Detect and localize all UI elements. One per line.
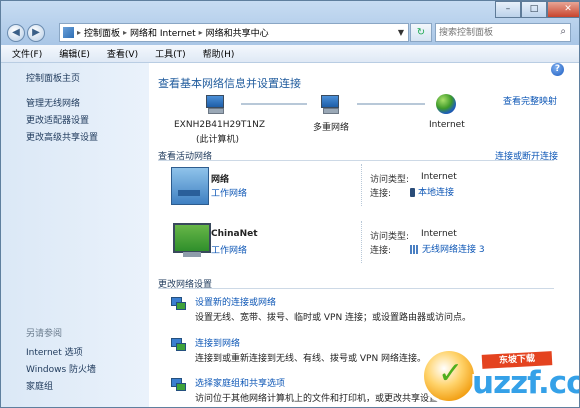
- connection-label: 连接:: [370, 189, 392, 199]
- map-connector: [357, 103, 425, 105]
- network-name: 网络: [211, 175, 230, 185]
- breadcrumb-network-internet[interactable]: 网络和 Internet: [130, 26, 196, 39]
- menu-edit[interactable]: 编辑(E): [59, 47, 90, 60]
- control-panel-icon: [63, 27, 74, 38]
- sidebar-item-internet-options[interactable]: Internet 选项: [26, 345, 83, 358]
- computer-icon: [204, 95, 226, 114]
- sidebar-item-manage-wireless[interactable]: 管理无线网络: [26, 96, 80, 109]
- sidebar-item-advanced-sharing[interactable]: 更改高级共享设置: [26, 130, 98, 143]
- connect-network-icon: [171, 336, 186, 351]
- maximize-button[interactable]: □: [521, 1, 547, 18]
- menu-tools[interactable]: 工具(T): [155, 47, 186, 60]
- page-title: 查看基本网络信息并设置连接: [158, 77, 301, 90]
- back-button[interactable]: ◀: [7, 24, 25, 42]
- internet-globe-icon: [436, 94, 456, 114]
- multiple-networks-icon: [319, 95, 341, 114]
- breadcrumb-network-sharing-center[interactable]: 网络和共享中心: [206, 26, 269, 39]
- divider: [361, 221, 362, 263]
- chevron-right-icon: ▸: [198, 28, 203, 37]
- divider: [158, 288, 554, 289]
- window-controls: – □ ✕: [495, 1, 579, 18]
- sidebar-item-adapter-settings[interactable]: 更改适配器设置: [26, 113, 89, 126]
- title-bar: – □ ✕ ◀ ▶ ▸ 控制面板 ▸ 网络和 Internet ▸ 网络和共享中…: [1, 1, 579, 45]
- checkmark-badge-icon: [424, 351, 474, 401]
- chevron-right-icon: ▸: [123, 28, 128, 37]
- search-input[interactable]: [439, 25, 549, 40]
- sidebar-item-windows-firewall[interactable]: Windows 防火墙: [26, 362, 96, 375]
- sidebar-item-control-panel-home[interactable]: 控制面板主页: [26, 71, 80, 84]
- sidebar-item-homegroup[interactable]: 家庭组: [26, 379, 53, 392]
- wireless-connection-link[interactable]: 无线网络连接 3: [410, 242, 485, 255]
- help-icon[interactable]: ?: [551, 63, 564, 76]
- minimize-button[interactable]: –: [495, 1, 521, 18]
- computer-sub-label: (此计算机): [196, 135, 240, 145]
- ethernet-plug-icon: [410, 188, 415, 197]
- divider: [158, 160, 554, 161]
- sidebar: 控制面板主页 管理无线网络 更改适配器设置 更改高级共享设置 另请参阅 Inte…: [1, 63, 149, 407]
- connect-network-link[interactable]: 连接到网络: [195, 336, 240, 349]
- wireless-network-icon: [173, 223, 211, 257]
- multiple-networks-label: 多重网络: [313, 123, 350, 133]
- new-connection-icon: [171, 295, 186, 310]
- task-description: 设置无线、宽带、拨号、临时或 VPN 连接；或设置路由器或访问点。: [195, 313, 472, 323]
- forward-button[interactable]: ▶: [27, 24, 45, 42]
- forward-arrow-icon: ▶: [32, 27, 40, 38]
- network-type-link[interactable]: 工作网络: [211, 186, 247, 199]
- task-description: 访问位于其他网络计算机上的文件和打印机，或更改共享设置。: [195, 394, 448, 404]
- see-also-header: 另请参阅: [26, 329, 63, 339]
- connection-name: 本地连接: [418, 188, 455, 198]
- map-connector: [241, 103, 307, 105]
- local-connection-link[interactable]: 本地连接: [410, 185, 454, 198]
- view-full-map-link[interactable]: 查看完整映射: [503, 94, 557, 107]
- network-name: ChinaNet: [211, 229, 258, 239]
- close-button[interactable]: ✕: [547, 1, 579, 18]
- refresh-button[interactable]: ↻: [410, 23, 432, 42]
- access-type-value: Internet: [421, 172, 457, 182]
- menu-bar: 文件(F) 编辑(E) 查看(V) 工具(T) 帮助(H): [1, 45, 579, 63]
- computer-name: EXNH2B41H29T1NZ: [174, 120, 266, 130]
- access-type-label: 访问类型:: [370, 175, 410, 185]
- chevron-right-icon: ▸: [77, 28, 82, 37]
- internet-label: Internet: [429, 120, 465, 130]
- homegroup-sharing-icon: [171, 376, 186, 391]
- task-description: 连接到或重新连接到无线、有线、拨号或 VPN 网络连接。: [195, 354, 427, 364]
- watermark-brand: uzzf.com: [472, 365, 579, 401]
- setup-connection-link[interactable]: 设置新的连接或网络: [195, 295, 276, 308]
- menu-view[interactable]: 查看(V): [107, 47, 138, 60]
- search-box[interactable]: ⌕: [435, 23, 571, 42]
- access-type-label: 访问类型:: [370, 232, 410, 242]
- connection-label: 连接:: [370, 246, 392, 256]
- breadcrumb-control-panel[interactable]: 控制面板: [84, 26, 120, 39]
- dropdown-arrow-icon[interactable]: ▼: [398, 28, 404, 37]
- uzzf-watermark-logo: 东坡下载 uzzf.com: [424, 345, 579, 407]
- signal-bars-icon: [410, 245, 419, 254]
- menu-help[interactable]: 帮助(H): [203, 47, 235, 60]
- divider: [361, 164, 362, 206]
- search-icon[interactable]: ⌕: [560, 26, 566, 37]
- network-sharing-center-window: – □ ✕ ◀ ▶ ▸ 控制面板 ▸ 网络和 Internet ▸ 网络和共享中…: [0, 0, 580, 408]
- menu-file[interactable]: 文件(F): [12, 47, 42, 60]
- refresh-icon: ↻: [416, 27, 426, 38]
- domain-network-icon: [171, 167, 209, 205]
- network-type-link[interactable]: 工作网络: [211, 243, 247, 256]
- address-bar[interactable]: ▸ 控制面板 ▸ 网络和 Internet ▸ 网络和共享中心 ▼: [59, 23, 409, 42]
- back-arrow-icon: ◀: [12, 27, 20, 38]
- homegroup-sharing-link[interactable]: 选择家庭组和共享选项: [195, 376, 285, 389]
- access-type-value: Internet: [421, 229, 457, 239]
- connection-name: 无线网络连接 3: [422, 245, 485, 255]
